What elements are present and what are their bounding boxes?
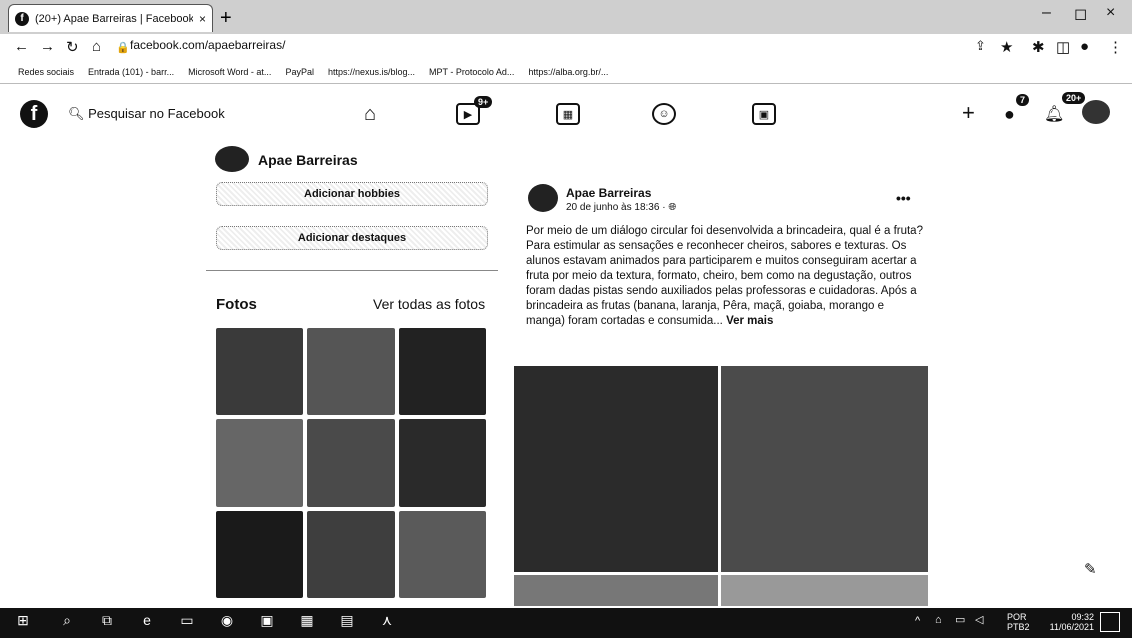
new-message-icon[interactable]: ✎ [1084, 560, 1097, 578]
task-view-icon[interactable]: ⧉ [98, 612, 116, 632]
new-tab-button[interactable]: + [220, 8, 242, 30]
bookmark-redes-sociais[interactable]: Redes sociais [18, 67, 74, 77]
bookmarks-bar: Redes sociais Entrada (101) - barr... Mi… [0, 60, 1132, 84]
bookmark-alba[interactable]: https://alba.org.br/... [528, 67, 608, 77]
profile-icon[interactable]: ● [1080, 38, 1089, 55]
groups-icon[interactable]: ☺ [652, 103, 676, 125]
volume-icon[interactable]: ◁ [975, 615, 983, 626]
minimize-icon[interactable]: – [1042, 4, 1051, 22]
post-body: Por meio de um diálogo circular foi dese… [526, 225, 923, 327]
search-placeholder: Pesquisar no Facebook [88, 106, 225, 121]
photo-thumbnail[interactable] [307, 419, 395, 507]
photo-thumbnail[interactable] [216, 328, 304, 416]
photos-app-icon[interactable]: ▣ [258, 612, 276, 632]
page-avatar [215, 146, 249, 172]
public-audience-icon: 🌐︎ [668, 202, 677, 213]
language-label: POR [1007, 612, 1027, 622]
account-avatar[interactable] [1082, 100, 1110, 124]
acrobat-icon[interactable]: ⋏ [378, 612, 396, 632]
divider [206, 270, 498, 271]
photos-grid [216, 328, 486, 598]
bookmark-star-icon[interactable]: ★ [1000, 38, 1013, 56]
browser-menu-icon[interactable]: ⋮ [1108, 38, 1123, 56]
post-photo[interactable] [514, 575, 718, 606]
add-hobbies-label: Adicionar hobbies [304, 188, 400, 200]
photo-thumbnail[interactable] [307, 328, 395, 416]
watch-badge: 9+ [474, 96, 493, 108]
home-nav-icon[interactable]: ⌂ [358, 103, 382, 125]
windows-start-icon[interactable]: ⊞ [14, 612, 32, 632]
marketplace-icon[interactable]: ▦ [556, 103, 580, 125]
image-app-icon[interactable]: ▤ [338, 612, 356, 632]
home-icon[interactable]: ⌂ [92, 38, 101, 55]
sidebar-icon[interactable]: ◫ [1056, 38, 1070, 56]
photo-thumbnail[interactable] [216, 419, 304, 507]
post-photo[interactable] [514, 366, 718, 572]
post-author[interactable]: Apae Barreiras [566, 186, 651, 200]
battery-icon[interactable]: ▭ [955, 615, 965, 626]
reload-icon[interactable]: ↻ [66, 38, 79, 56]
tray-chevron-icon[interactable]: ^ [915, 616, 920, 627]
post-photo[interactable] [721, 366, 928, 572]
post-photo[interactable] [721, 575, 928, 606]
notifications-icon[interactable]: 🔔︎ [1044, 104, 1064, 124]
gaming-icon[interactable]: ▣ [752, 103, 776, 125]
photo-thumbnail[interactable] [216, 510, 304, 598]
search-icon: 🔍︎ [68, 106, 85, 121]
photo-thumbnail[interactable] [398, 419, 486, 507]
file-explorer-icon[interactable]: ▭ [178, 612, 196, 632]
edge-icon[interactable]: e [138, 612, 156, 632]
clock-time: 09:32 [1071, 612, 1094, 622]
add-highlights-button[interactable]: Adicionar destaques [216, 226, 488, 250]
bookmark-nexus[interactable]: https://nexus.is/blog... [328, 67, 415, 77]
bookmark-paypal[interactable]: PayPal [285, 67, 314, 77]
calendar-app-icon[interactable]: ▦ [298, 612, 316, 632]
add-hobbies-button[interactable]: Adicionar hobbies [216, 182, 488, 206]
back-icon[interactable]: ← [14, 38, 29, 55]
notifications-badge: 20+ [1062, 92, 1086, 104]
extensions-icon[interactable]: ✱ [1032, 38, 1045, 56]
post-text: Por meio de um diálogo circular foi dese… [526, 224, 926, 329]
layout-label: PTB2 [1007, 622, 1030, 632]
see-all-photos-link[interactable]: Ver todas as fotos [373, 296, 485, 312]
add-highlights-label: Adicionar destaques [297, 232, 407, 244]
facebook-logo-icon[interactable]: f [20, 100, 48, 128]
network-icon[interactable]: ⌂ [935, 615, 942, 626]
lock-icon: 🔒 [116, 42, 130, 54]
url-field[interactable]: facebook.com/apaebarreiras/ [130, 38, 285, 52]
post-options-icon[interactable]: ••• [896, 190, 911, 206]
bookmark-entrada[interactable]: Entrada (101) - barr... [88, 67, 174, 77]
messenger-badge: 7 [1016, 94, 1030, 106]
taskbar-search-icon[interactable]: ⌕ [58, 612, 76, 632]
bookmark-mpt[interactable]: MPT - Protocolo Ad... [429, 67, 514, 77]
post-author-avatar[interactable] [528, 184, 558, 212]
chrome-icon[interactable]: ◉ [218, 612, 236, 632]
browser-tab[interactable]: f (20+) Apae Barreiras | Facebook × [8, 4, 213, 32]
forward-icon[interactable]: → [40, 38, 55, 55]
facebook-favicon-icon: f [15, 11, 29, 26]
create-icon[interactable]: + [962, 100, 975, 126]
see-more-link[interactable]: Ver mais [726, 315, 773, 327]
tab-title: (20+) Apae Barreiras | Facebook [35, 12, 193, 25]
clock[interactable]: 09:32 11/06/2021 [1042, 612, 1094, 632]
restore-icon[interactable]: ◻ [1074, 4, 1087, 24]
messenger-icon[interactable]: ● [1004, 104, 1015, 125]
share-icon[interactable]: ⇪ [975, 38, 986, 54]
close-tab-icon[interactable]: × [199, 12, 206, 26]
page-name[interactable]: Apae Barreiras [258, 152, 358, 168]
clock-date: 11/06/2021 [1049, 622, 1094, 632]
photo-thumbnail[interactable] [307, 510, 395, 598]
photos-heading: Fotos [216, 296, 257, 313]
post-date-text: 20 de junho às 18:36 · [566, 202, 669, 213]
bookmark-microsoft-word[interactable]: Microsoft Word - at... [188, 67, 271, 77]
post-date[interactable]: 20 de junho às 18:36 · 🌐︎ [566, 202, 676, 213]
photo-thumbnail[interactable] [398, 328, 486, 416]
notification-center-icon[interactable] [1100, 612, 1120, 632]
photo-thumbnail[interactable] [398, 510, 486, 598]
close-window-icon[interactable]: × [1106, 4, 1115, 22]
search-input[interactable]: 🔍︎ Pesquisar no Facebook [68, 106, 225, 122]
keyboard-layout[interactable]: POR PTB2 [1007, 612, 1030, 632]
